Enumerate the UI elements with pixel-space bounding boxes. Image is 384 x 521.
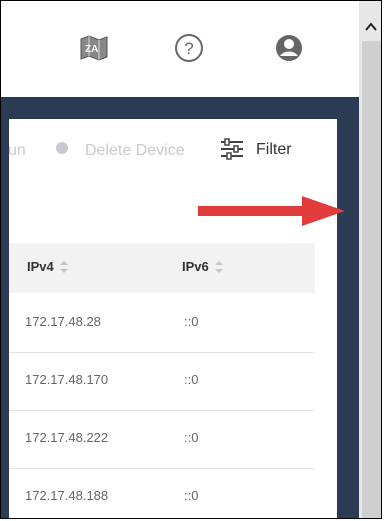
table-header: IPv4 IPv6 (9, 243, 315, 293)
user-icon[interactable] (273, 32, 305, 64)
sort-icon[interactable] (59, 260, 68, 273)
scrollbar-thumb[interactable] (362, 41, 381, 518)
svg-text:?: ? (184, 39, 193, 58)
sort-icon[interactable] (214, 260, 223, 273)
window-frame: ZA ? un Delete Device Filter IPv4 IPv6 1… (0, 0, 382, 519)
delete-icon[interactable] (56, 142, 68, 154)
ipv4-cell: 172.17.48.28 (25, 314, 101, 329)
ipv6-cell: ::0 (184, 372, 199, 387)
filter-icon[interactable] (219, 137, 245, 161)
table-row[interactable]: 172.17.48.170 ::0 (9, 352, 315, 411)
table-row[interactable]: 172.17.48.222 ::0 (9, 410, 315, 469)
table-row[interactable]: 172.17.48.188 ::0 (9, 468, 315, 518)
help-icon[interactable]: ? (173, 32, 205, 64)
column-header-ipv4[interactable]: IPv4 (27, 259, 68, 274)
ipv6-cell: ::0 (184, 430, 199, 445)
ipv6-cell: ::0 (184, 488, 199, 503)
filter-button[interactable]: Filter (256, 141, 292, 159)
pointer-arrow-icon (198, 196, 345, 226)
top-bar: ZA ? (1, 1, 359, 97)
table-row[interactable]: 172.17.48.28 ::0 (9, 294, 315, 353)
ipv4-cell: 172.17.48.188 (25, 488, 109, 503)
ipv4-cell: 172.17.48.170 (25, 372, 109, 387)
ipv4-cell: 172.17.48.222 (25, 430, 109, 445)
scroll-up-icon[interactable] (363, 19, 379, 35)
svg-text:ZA: ZA (85, 44, 98, 55)
column-header-ipv6[interactable]: IPv6 (182, 259, 223, 274)
delete-device-button[interactable]: Delete Device (85, 142, 185, 160)
map-icon[interactable]: ZA (78, 32, 110, 64)
ipv6-cell: ::0 (184, 314, 199, 329)
toolbar-partial-label[interactable]: un (8, 142, 26, 160)
